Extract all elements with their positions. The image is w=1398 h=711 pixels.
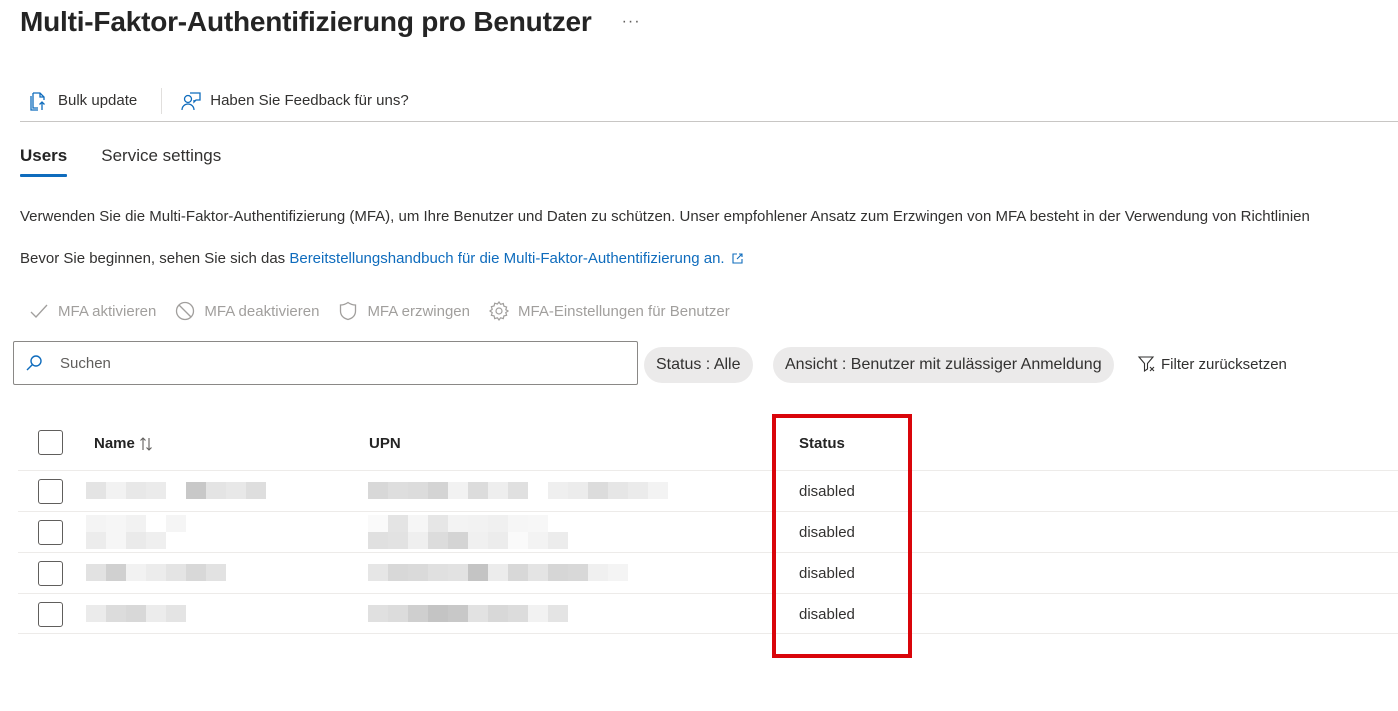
redacted-upn: [368, 482, 668, 499]
redacted-name: [86, 482, 266, 499]
table-row[interactable]: disabled: [18, 511, 1398, 552]
tab-service-settings[interactable]: Service settings: [101, 146, 221, 176]
feedback-person-icon: [181, 91, 201, 110]
redacted-name: [86, 605, 186, 622]
search-icon: [26, 355, 42, 371]
user-mfa-settings-label: MFA-Einstellungen für Benutzer: [517, 302, 730, 320]
reset-filters-button[interactable]: Filter zurücksetzen: [1137, 354, 1287, 374]
column-header-name[interactable]: Name: [94, 435, 153, 452]
table-header: Name UPN Status: [18, 418, 1398, 470]
column-header-status: Status: [799, 435, 845, 452]
tab-list: Users Service settings: [20, 146, 221, 177]
sort-icon: [139, 436, 152, 451]
guide-prefix: Bevor Sie beginnen, sehen Sie sich das: [20, 250, 290, 267]
bulk-update-icon: [30, 91, 45, 111]
table-row[interactable]: disabled: [18, 470, 1398, 511]
redacted-name: [86, 564, 226, 581]
filter-clear-icon: [1137, 356, 1155, 373]
user-mfa-settings-button[interactable]: MFA-Einstellungen für Benutzer: [488, 300, 730, 322]
external-link-icon: [732, 253, 743, 264]
guide-text: Bevor Sie beginnen, sehen Sie sich das B…: [20, 250, 744, 267]
table-row[interactable]: disabled: [18, 552, 1398, 593]
status-cell: disabled: [799, 524, 855, 541]
status-cell: disabled: [799, 565, 855, 582]
command-separator: [161, 87, 163, 114]
enable-mfa-label: MFA aktivieren: [58, 302, 157, 320]
deployment-guide-link[interactable]: Bereitstellungshandbuch für die Multi-Fa…: [289, 250, 724, 267]
status-cell: disabled: [799, 606, 855, 623]
description-text: Verwenden Sie die Multi-Faktor-Authentif…: [20, 208, 1310, 225]
enforce-mfa-label: MFA erzwingen: [367, 302, 470, 320]
enable-mfa-button[interactable]: MFA aktivieren: [28, 300, 156, 322]
gear-icon: [488, 300, 510, 322]
bulk-update-button[interactable]: Bulk update: [20, 86, 147, 116]
status-cell: disabled: [799, 483, 855, 500]
mfa-action-bar: MFA aktivieren MFA deaktivieren MFA erzw…: [28, 300, 730, 322]
status-filter-pill[interactable]: Status : Alle: [644, 347, 753, 383]
tab-users[interactable]: Users: [20, 146, 68, 177]
redacted-upn: [368, 564, 628, 581]
column-name-label: Name: [94, 435, 135, 452]
page-title: Multi-Faktor-Authentifizierung pro Benut…: [20, 6, 592, 37]
table-row[interactable]: disabled: [18, 593, 1398, 634]
search-input[interactable]: [60, 354, 600, 372]
reset-filters-label: Filter zurücksetzen: [1161, 355, 1287, 373]
view-filter-pill[interactable]: Ansicht : Benutzer mit zulässiger Anmeld…: [773, 347, 1114, 383]
users-table: Name UPN Status disabled disabled disabl…: [18, 418, 1398, 634]
redacted-upn: [368, 515, 568, 549]
redacted-name: [86, 515, 186, 549]
feedback-label: Haben Sie Feedback für uns?: [210, 92, 409, 109]
shield-icon: [340, 301, 357, 321]
select-all-checkbox[interactable]: [38, 430, 63, 455]
disable-mfa-label: MFA deaktivieren: [204, 302, 320, 320]
row-checkbox[interactable]: [38, 602, 63, 627]
column-header-upn: UPN: [369, 435, 401, 452]
title-row: Multi-Faktor-Authentifizierung pro Benut…: [20, 6, 641, 38]
feedback-button[interactable]: Haben Sie Feedback für uns?: [172, 86, 418, 116]
enforce-mfa-button[interactable]: MFA erzwingen: [337, 300, 470, 322]
search-box: [13, 341, 638, 385]
command-bar: Bulk update Haben Sie Feedback für uns?: [20, 84, 1398, 122]
mfa-per-user-page: Multi-Faktor-Authentifizierung pro Benut…: [0, 0, 1398, 711]
row-checkbox[interactable]: [38, 479, 63, 504]
row-checkbox[interactable]: [38, 520, 63, 545]
disable-mfa-button[interactable]: MFA deaktivieren: [174, 300, 319, 322]
block-icon: [176, 301, 195, 321]
more-options-button[interactable]: ···: [622, 13, 641, 31]
row-checkbox[interactable]: [38, 561, 63, 586]
redacted-upn: [368, 605, 568, 622]
bulk-update-label: Bulk update: [58, 92, 138, 109]
checkmark-icon: [30, 304, 48, 318]
